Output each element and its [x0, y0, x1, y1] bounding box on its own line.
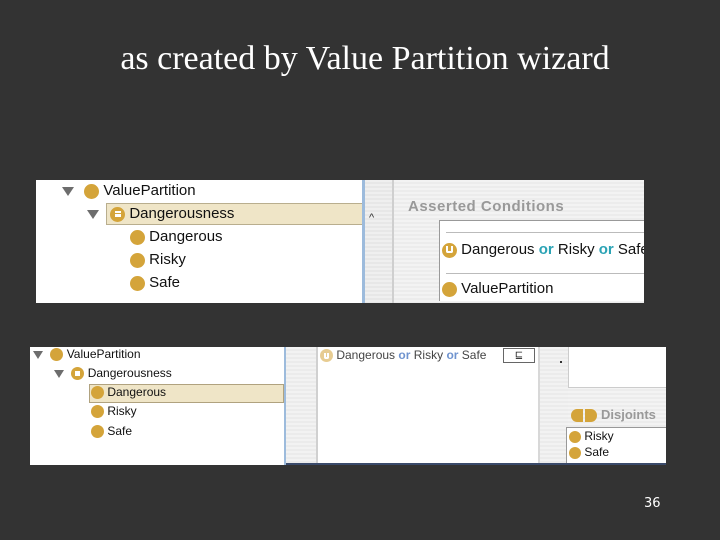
- tree-item-safe[interactable]: Safe: [130, 274, 180, 291]
- superclass-label: ValuePartition: [461, 280, 554, 297]
- or-keyword: or: [446, 348, 459, 362]
- tree-item-label: Risky: [149, 251, 186, 268]
- subclass-button[interactable]: ⊑: [503, 348, 535, 363]
- collapse-glyph[interactable]: ^: [369, 212, 374, 224]
- disjoint-icon-right: [585, 409, 597, 423]
- tree-item-valuepartition[interactable]: ValuePartition: [62, 182, 196, 199]
- splitter-strip[interactable]: [286, 347, 318, 465]
- disjoints-header: Disjoints: [571, 407, 656, 423]
- list-divider: [446, 232, 644, 233]
- tree-item-label: ValuePartition: [66, 347, 141, 361]
- tree-item-label: ValuePartition: [103, 182, 196, 199]
- operand: Risky: [557, 241, 595, 258]
- disjoint-label: Safe: [584, 445, 610, 459]
- tree-item-dangerous[interactable]: Dangerous: [91, 385, 167, 400]
- operand: Safe: [617, 241, 644, 258]
- disjoints-title: Disjoints: [601, 407, 656, 422]
- asserted-conditions-title: Asserted Conditions: [408, 198, 565, 215]
- or-keyword: or: [598, 241, 614, 258]
- class-circle-icon: [442, 281, 457, 297]
- class-circle-icon: [91, 425, 104, 439]
- union-icon: [320, 349, 333, 363]
- expand-triangle-icon[interactable]: [87, 209, 99, 219]
- condition-union[interactable]: Dangerous or Risky or Safe: [442, 241, 644, 258]
- tree-item-label: Safe: [149, 274, 181, 291]
- operand: Dangerous: [336, 348, 396, 362]
- or-keyword: or: [538, 241, 554, 258]
- operand: Safe: [461, 348, 487, 362]
- tree-item-valuepartition[interactable]: ValuePartition: [33, 347, 141, 362]
- disjoints-list: Risky Safe: [566, 427, 666, 465]
- page-number: 36: [644, 496, 661, 511]
- tree-item-label: Safe: [107, 424, 133, 438]
- panel-bottom-border: [286, 463, 666, 465]
- tree-item-label: Dangerousness: [129, 205, 235, 222]
- tree-item-label: Dangerous: [149, 228, 223, 245]
- expand-triangle-icon[interactable]: [54, 369, 64, 378]
- conditions-list: Dangerous or Risky or Safe: [318, 347, 538, 465]
- class-circle-icon: [50, 348, 64, 362]
- class-circle-icon: [130, 275, 145, 291]
- condition-union[interactable]: Dangerous or Risky or Safe: [320, 348, 487, 363]
- tree-item-dangerousness[interactable]: Dangerousness: [54, 366, 172, 381]
- splitter-strip[interactable]: ^: [365, 180, 394, 303]
- condition-superclass[interactable]: ValuePartition: [442, 280, 553, 297]
- class-circle-icon: [91, 386, 104, 400]
- slide-title: as created by Value Partition wizard: [120, 40, 610, 77]
- list-divider: [446, 273, 644, 274]
- tree-item-safe[interactable]: Safe: [91, 424, 133, 439]
- tree-item-dangerousness[interactable]: Dangerousness: [87, 205, 234, 222]
- class-circle-icon: [84, 183, 100, 199]
- disjoint-label: Risky: [584, 429, 614, 443]
- tree-item-label: Dangerousness: [87, 366, 172, 380]
- or-keyword: or: [398, 348, 411, 362]
- class-circle-icon: [130, 229, 145, 245]
- disjoint-icon-left: [571, 409, 583, 423]
- tree-item-dangerous[interactable]: Dangerous: [130, 228, 223, 245]
- tree-item-risky[interactable]: Risky: [91, 404, 137, 419]
- expand-triangle-icon[interactable]: [62, 186, 74, 196]
- disjoint-item-safe[interactable]: Safe: [569, 445, 609, 459]
- union-icon: [442, 242, 457, 258]
- splitter-dot: [560, 361, 562, 363]
- protege-screenshot-1: ValuePartition Dangerousness Dangerous R…: [36, 180, 644, 303]
- equivalent-class-icon: [110, 206, 126, 222]
- operand: Dangerous: [461, 241, 535, 258]
- top-empty-box: [568, 347, 666, 388]
- tree-item-label: Risky: [107, 404, 137, 418]
- class-circle-icon: [569, 446, 581, 459]
- operand: Risky: [413, 348, 444, 362]
- tree-item-risky[interactable]: Risky: [130, 251, 186, 268]
- asserted-conditions-list: Dangerous or Risky or Safe ValuePartitio…: [439, 220, 644, 301]
- class-circle-icon: [130, 252, 145, 268]
- class-circle-icon: [569, 430, 581, 443]
- equivalent-class-icon: [71, 367, 85, 381]
- disjoint-item-risky[interactable]: Risky: [569, 429, 614, 443]
- protege-screenshot-2: ValuePartition Dangerousness Dangerous R…: [30, 347, 666, 465]
- class-circle-icon: [91, 405, 104, 419]
- expand-triangle-icon[interactable]: [33, 350, 43, 359]
- tree-item-label: Dangerous: [107, 385, 167, 399]
